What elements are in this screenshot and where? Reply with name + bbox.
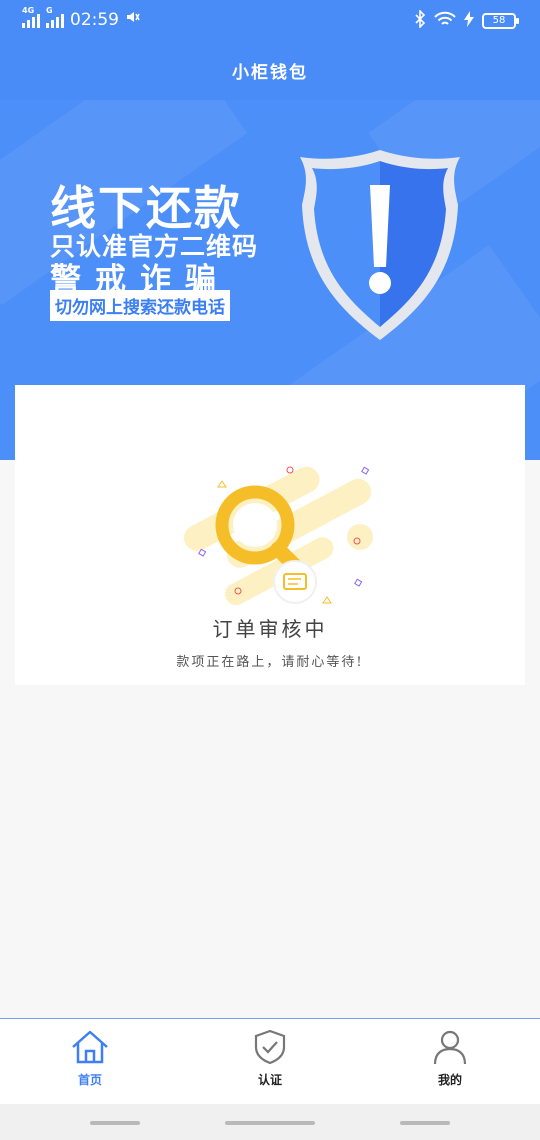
bottom-nav: 首页 认证 我的 xyxy=(0,1018,540,1104)
bluetooth-icon xyxy=(414,9,426,32)
tab-home[interactable]: 首页 xyxy=(50,1029,130,1088)
volume-icon xyxy=(125,9,141,30)
home-icon xyxy=(72,1030,108,1064)
order-status-title: 订单审核中 xyxy=(212,617,328,641)
cell-signal-icon: 4G xyxy=(22,6,40,28)
battery-icon: 58 xyxy=(482,13,519,29)
tab-verify[interactable]: 认证 xyxy=(230,1029,310,1088)
tab-verify-label: 认证 xyxy=(257,1073,282,1087)
magnifier-review-icon xyxy=(183,466,373,606)
tab-home-label: 首页 xyxy=(77,1073,102,1087)
charging-icon xyxy=(464,11,474,31)
person-icon xyxy=(433,1030,467,1065)
shield-warning-icon xyxy=(300,150,460,340)
network-type-label-2: G xyxy=(46,5,53,15)
system-gesture-bar xyxy=(0,1104,540,1140)
status-bar: 4G G 02:59 58 xyxy=(0,0,540,40)
tab-mine-label: 我的 xyxy=(437,1073,462,1087)
gesture-handle-left[interactable] xyxy=(90,1121,140,1125)
clock: 02:59 xyxy=(70,9,119,30)
wifi-icon xyxy=(434,11,456,31)
app-header: 4G G 02:59 58 小柜钱包 xyxy=(0,0,540,100)
tab-mine[interactable]: 我的 xyxy=(410,1029,490,1088)
gesture-handle-right[interactable] xyxy=(400,1121,450,1125)
network-type-label: 4G xyxy=(22,5,35,15)
shield-check-icon xyxy=(254,1029,286,1065)
cell-signal-icon-2: G xyxy=(46,6,64,28)
order-status-subtitle: 款项正在路上，请耐心等待! xyxy=(176,655,364,670)
gesture-handle-center[interactable] xyxy=(225,1121,315,1125)
page-title: 小柜钱包 xyxy=(232,63,308,83)
banner-warning-tag: 切勿网上搜索还款电话 xyxy=(50,290,230,321)
order-status-card: 订单审核中 款项正在路上，请耐心等待! xyxy=(15,385,525,685)
